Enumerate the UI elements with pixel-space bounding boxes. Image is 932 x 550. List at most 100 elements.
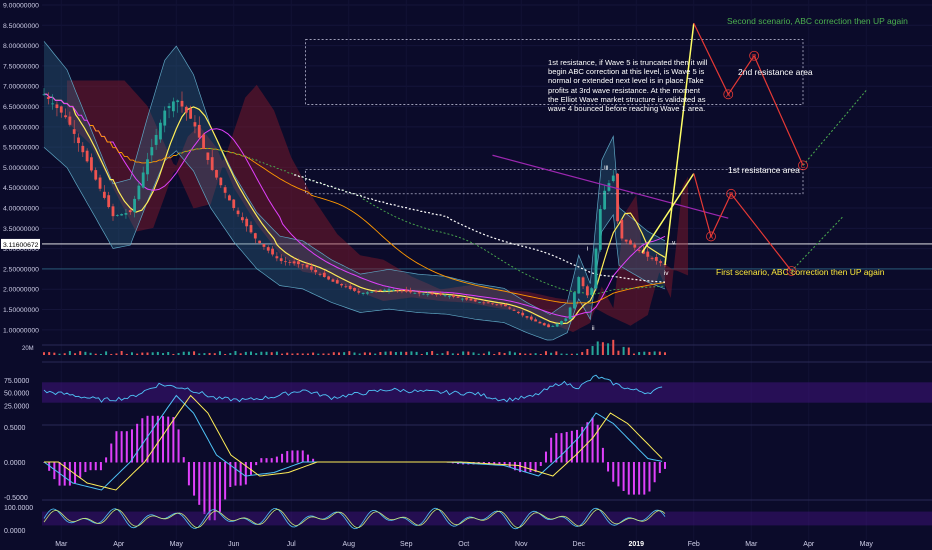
volume-bar <box>115 353 118 355</box>
macd-histogram-bar <box>74 462 77 484</box>
macd-histogram-bar <box>234 462 237 486</box>
volume-bar <box>136 353 139 355</box>
volume-bar <box>281 353 284 355</box>
volume-bar <box>270 352 273 355</box>
macd-histogram-bar <box>539 462 542 466</box>
candle-body <box>202 134 205 149</box>
candle-body <box>357 291 361 293</box>
first-resistance-label: 1st resistance area <box>728 165 800 175</box>
time-tick-label: Nov <box>515 541 528 548</box>
chart-canvas[interactable]: ABCABC iiiiiiivv 20M 75.000050.000025.00… <box>0 0 932 550</box>
macd-histogram-bar <box>612 462 615 482</box>
time-axis: Mar Apr May Jun Jul Aug Sep Oct Nov Dec 2019 Feb Mar… <box>55 541 873 548</box>
candle-body <box>111 206 115 217</box>
volume-bar <box>105 351 108 355</box>
volume-bar <box>524 353 527 355</box>
candle-body <box>598 209 602 250</box>
candle-body <box>646 251 650 257</box>
candle-body <box>102 191 106 198</box>
volume-bar <box>658 351 661 355</box>
candle-body <box>232 199 236 209</box>
candle-body <box>258 240 262 244</box>
candle-body <box>154 134 158 145</box>
candle-body <box>417 292 421 294</box>
volume-bar <box>653 351 656 355</box>
macd-histogram-bar <box>110 443 113 463</box>
candle-body <box>163 110 167 126</box>
volume-bar <box>312 352 315 355</box>
time-tick-label: Dec <box>573 541 586 548</box>
volume-bar <box>643 351 646 355</box>
volume-bar <box>415 351 418 355</box>
candle-body <box>469 298 473 301</box>
candle-body <box>150 147 154 156</box>
volume-bar <box>488 351 491 355</box>
macd-histogram-bar <box>627 462 630 495</box>
macd-histogram-bar <box>120 431 123 463</box>
candle-body <box>240 217 244 221</box>
volume-bar <box>63 353 66 355</box>
volume-bar <box>48 352 51 355</box>
time-tick-label: Mar <box>745 541 758 548</box>
time-tick-label: Oct <box>458 541 469 548</box>
macd-histogram-bar <box>115 431 118 463</box>
candle-body <box>318 273 322 275</box>
macd-tick-label: 0.0000 <box>4 460 26 467</box>
candle-body <box>573 292 576 309</box>
candle-body <box>361 292 365 294</box>
candle-body <box>611 175 615 182</box>
volume-bar <box>617 350 620 355</box>
wave-label: iv <box>664 270 669 277</box>
volume-bar <box>317 353 320 355</box>
candle-body <box>370 291 374 293</box>
candle-body <box>564 318 568 321</box>
macd-histogram-bar <box>622 462 625 491</box>
volume-bar <box>451 353 454 355</box>
macd-histogram-bar <box>125 431 128 463</box>
macd-histogram-bar <box>177 429 180 463</box>
candle-body <box>197 124 201 138</box>
volume-bar <box>172 353 175 355</box>
volume-bar <box>622 346 625 355</box>
candle-body <box>253 233 257 239</box>
candle-body <box>555 323 559 327</box>
macd-histogram-bar <box>638 462 641 495</box>
candle-body <box>594 248 598 289</box>
volume-bar <box>130 352 133 355</box>
candle-body <box>215 170 218 178</box>
candle-body <box>55 104 59 109</box>
candle-body <box>616 173 619 222</box>
volume-bar <box>193 351 196 355</box>
macd-histogram-bar <box>301 450 304 463</box>
macd-histogram-bar <box>141 418 144 463</box>
volume-bar <box>68 351 71 355</box>
candle-body <box>482 302 486 304</box>
volume-bar <box>99 353 102 355</box>
volume-bar <box>508 351 511 355</box>
rsi-band <box>42 382 932 403</box>
macd-histogram-bar <box>84 462 87 473</box>
macd-histogram-bar <box>151 415 154 463</box>
volume-bar <box>482 353 485 355</box>
macd-histogram-bar <box>607 462 610 472</box>
candle-body <box>422 293 425 295</box>
time-tick-label: Feb <box>688 541 700 548</box>
candle-body <box>374 290 378 292</box>
volume-bar <box>581 352 584 355</box>
candle-body <box>223 187 227 193</box>
volume-bar <box>534 353 537 355</box>
macd-histogram-bar <box>544 451 547 463</box>
candle-body <box>499 304 503 306</box>
macd-histogram-bar <box>203 462 206 515</box>
candle-body <box>228 195 231 201</box>
candle-body <box>478 302 481 303</box>
time-tick-label: Sep <box>400 541 413 548</box>
volume-bar <box>596 341 599 355</box>
candle-body <box>171 101 175 112</box>
price-tick-label: 1.00000000 <box>3 327 39 334</box>
candle-body <box>590 288 594 295</box>
candle-body <box>72 129 76 134</box>
candle-body <box>59 106 63 113</box>
volume-bar <box>462 351 465 355</box>
candle-body <box>271 248 274 255</box>
